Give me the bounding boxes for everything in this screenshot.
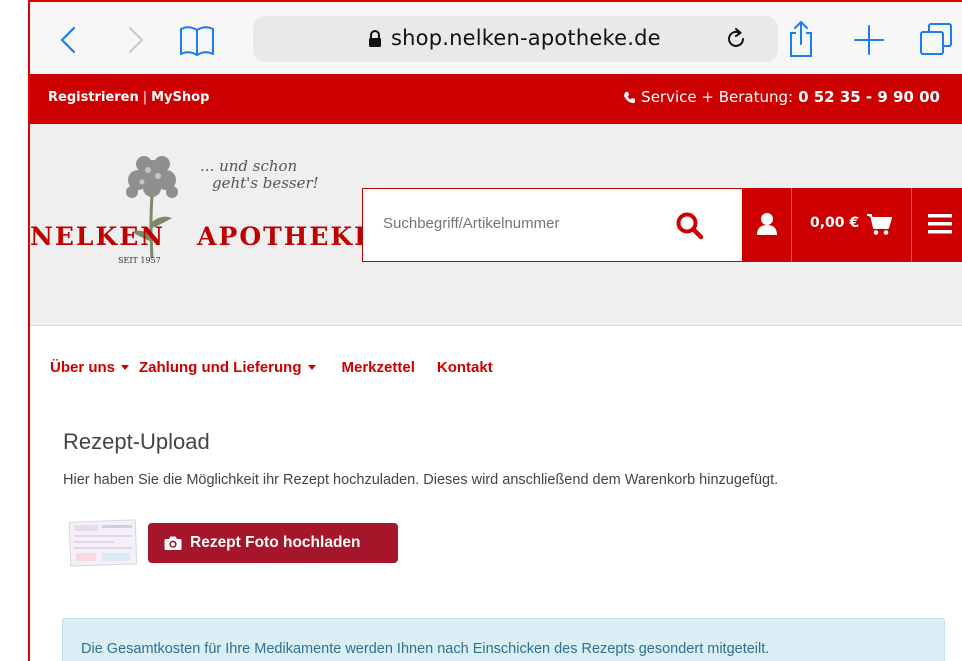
share-icon[interactable]: [787, 20, 815, 58]
link-separator: |: [142, 90, 148, 105]
account-button[interactable]: [742, 188, 792, 262]
prescription-thumbnail: [68, 519, 138, 567]
search-box: [362, 188, 743, 262]
nav-item-kontakt[interactable]: Kontakt: [437, 359, 493, 376]
browser-toolbar: shop.nelken-apotheke.de: [30, 2, 962, 74]
address-text: shop.nelken-apotheke.de: [391, 26, 661, 50]
user-icon: [757, 213, 777, 235]
register-link[interactable]: Registrieren: [48, 90, 139, 105]
hamburger-menu-icon: [928, 214, 952, 234]
search-icon[interactable]: [675, 211, 705, 241]
phone-icon: [624, 91, 636, 103]
nav-item-ueber-uns[interactable]: Über uns: [50, 359, 130, 376]
cart-amount: 0,00 €: [810, 215, 860, 231]
info-text: Die Gesamtkosten für Ihre Medikamente we…: [81, 641, 770, 657]
upload-prescription-button[interactable]: Rezept Foto hochladen: [148, 523, 398, 563]
new-tab-icon[interactable]: [853, 24, 885, 56]
nav-item-zahlung-und-lieferung[interactable]: Zahlung und Lieferung: [139, 359, 316, 376]
page-title: Rezept-Upload: [63, 429, 210, 454]
logo-slogan: ... und schon geht's besser!: [200, 157, 319, 192]
cart-button[interactable]: 0,00 €: [792, 188, 912, 262]
page-description: Hier haben Sie die Möglichkeit ihr Rezep…: [63, 472, 779, 488]
caret-down-icon: [307, 365, 316, 370]
back-icon[interactable]: [58, 22, 78, 58]
camera-icon: [164, 536, 182, 550]
service-phone[interactable]: 0 52 35 - 9 90 00: [798, 88, 940, 106]
reload-icon[interactable]: [725, 28, 747, 50]
bookmarks-icon[interactable]: [178, 24, 216, 58]
info-alert: Die Gesamtkosten für Ihre Medikamente we…: [62, 618, 945, 661]
service-label: Service + Beratung:: [641, 88, 794, 106]
logo-wordmark: NELKEN APOTHEKE: [30, 222, 376, 251]
top-bar: Registrieren | MyShop Service + Beratung…: [30, 74, 962, 124]
forward-icon[interactable]: [126, 22, 146, 58]
logo-since: SEIT 1957: [118, 256, 161, 265]
account-links: Registrieren | MyShop: [48, 90, 209, 105]
search-input[interactable]: [383, 215, 663, 232]
menu-button[interactable]: [912, 188, 962, 262]
browser-window: shop.nelken-apotheke.de Registrieren | M…: [28, 0, 962, 661]
site-header: ... und schon geht's besser! NELKEN APOTH…: [30, 124, 962, 326]
tabs-overview-icon[interactable]: [919, 22, 953, 56]
main-navigation: Über uns Zahlung und Lieferung Merkzette…: [50, 359, 515, 376]
service-hotline[interactable]: Service + Beratung: 0 52 35 - 9 90 00: [623, 88, 940, 106]
shopping-cart-icon: [867, 214, 892, 235]
lock-icon: [369, 30, 381, 47]
nav-item-merkzettel[interactable]: Merkzettel: [342, 359, 415, 376]
upload-button-label: Rezept Foto hochladen: [190, 534, 361, 551]
address-bar[interactable]: shop.nelken-apotheke.de: [253, 16, 778, 62]
caret-down-icon: [121, 365, 130, 370]
shop-logo[interactable]: ... und schon geht's besser! NELKEN APOTH…: [30, 144, 373, 284]
myshop-link[interactable]: MyShop: [151, 90, 209, 105]
